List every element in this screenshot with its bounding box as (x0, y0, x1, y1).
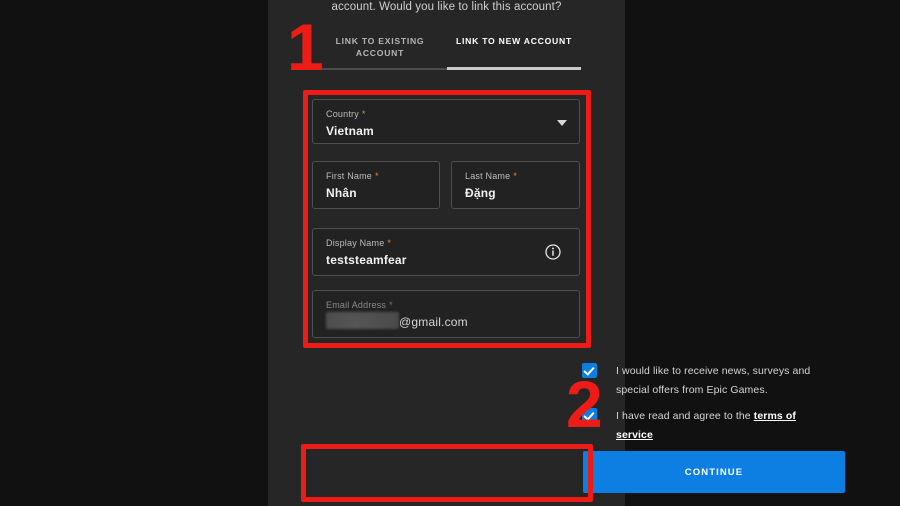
screen-root: account. Would you like to link this acc… (0, 0, 900, 506)
email-label: Email Address * (326, 300, 393, 310)
terms-consent-label: I have read and agree to the terms of se… (616, 407, 832, 445)
country-select[interactable]: Country * Vietnam (312, 99, 580, 144)
last-name-value: Đặng (465, 186, 496, 200)
terms-consent-text: I have read and agree to the (616, 410, 754, 422)
tab-link-to-existing-account[interactable]: LINK TO EXISTING ACCOUNT (313, 31, 447, 59)
last-name-label: Last Name * (465, 171, 517, 181)
tab-bar: LINK TO EXISTING ACCOUNT LINK TO NEW ACC… (313, 31, 581, 68)
country-label-text: Country (326, 109, 359, 119)
display-name-label: Display Name * (326, 238, 391, 248)
newsletter-checkbox[interactable] (582, 363, 597, 378)
terms-checkbox[interactable] (582, 408, 597, 423)
first-name-label-text: First Name (326, 171, 373, 181)
last-name-required-asterisk: * (513, 171, 518, 181)
email-domain-value: @gmail.com (399, 315, 468, 329)
chevron-down-icon[interactable] (557, 119, 567, 126)
terms-consent-row[interactable]: I have read and agree to the terms of se… (582, 407, 832, 445)
first-name-value: Nhân (326, 186, 357, 200)
email-redaction-block (326, 312, 399, 329)
continue-button[interactable]: CONTINUE (583, 451, 845, 493)
letterbox-left (0, 0, 268, 506)
tab-link-to-new-account[interactable]: LINK TO NEW ACCOUNT (447, 31, 581, 47)
country-required-asterisk: * (361, 109, 366, 119)
email-input[interactable]: Email Address * @gmail.com (312, 290, 580, 338)
display-name-required-asterisk: * (387, 238, 392, 248)
newsletter-consent-row[interactable]: I would like to receive news, surveys an… (582, 362, 832, 400)
display-name-label-text: Display Name (326, 238, 385, 248)
first-name-label: First Name * (326, 171, 379, 181)
newsletter-consent-label: I would like to receive news, surveys an… (616, 365, 811, 396)
tab-underline-active (447, 67, 581, 70)
header-question: account. Would you like to link this acc… (331, 1, 562, 13)
email-label-text: Email Address (326, 300, 387, 310)
country-label: Country * (326, 109, 366, 119)
country-value: Vietnam (326, 124, 374, 138)
info-circle-icon[interactable] (545, 244, 561, 260)
last-name-label-text: Last Name (465, 171, 511, 181)
account-link-modal: account. Would you like to link this acc… (268, 0, 845, 506)
first-name-input[interactable]: First Name * Nhân (312, 161, 440, 209)
email-required-asterisk: * (389, 300, 393, 310)
display-name-input[interactable]: Display Name * teststeamfear (312, 228, 580, 276)
last-name-input[interactable]: Last Name * Đặng (451, 161, 580, 209)
first-name-required-asterisk: * (375, 171, 379, 181)
display-name-value: teststeamfear (326, 253, 407, 267)
